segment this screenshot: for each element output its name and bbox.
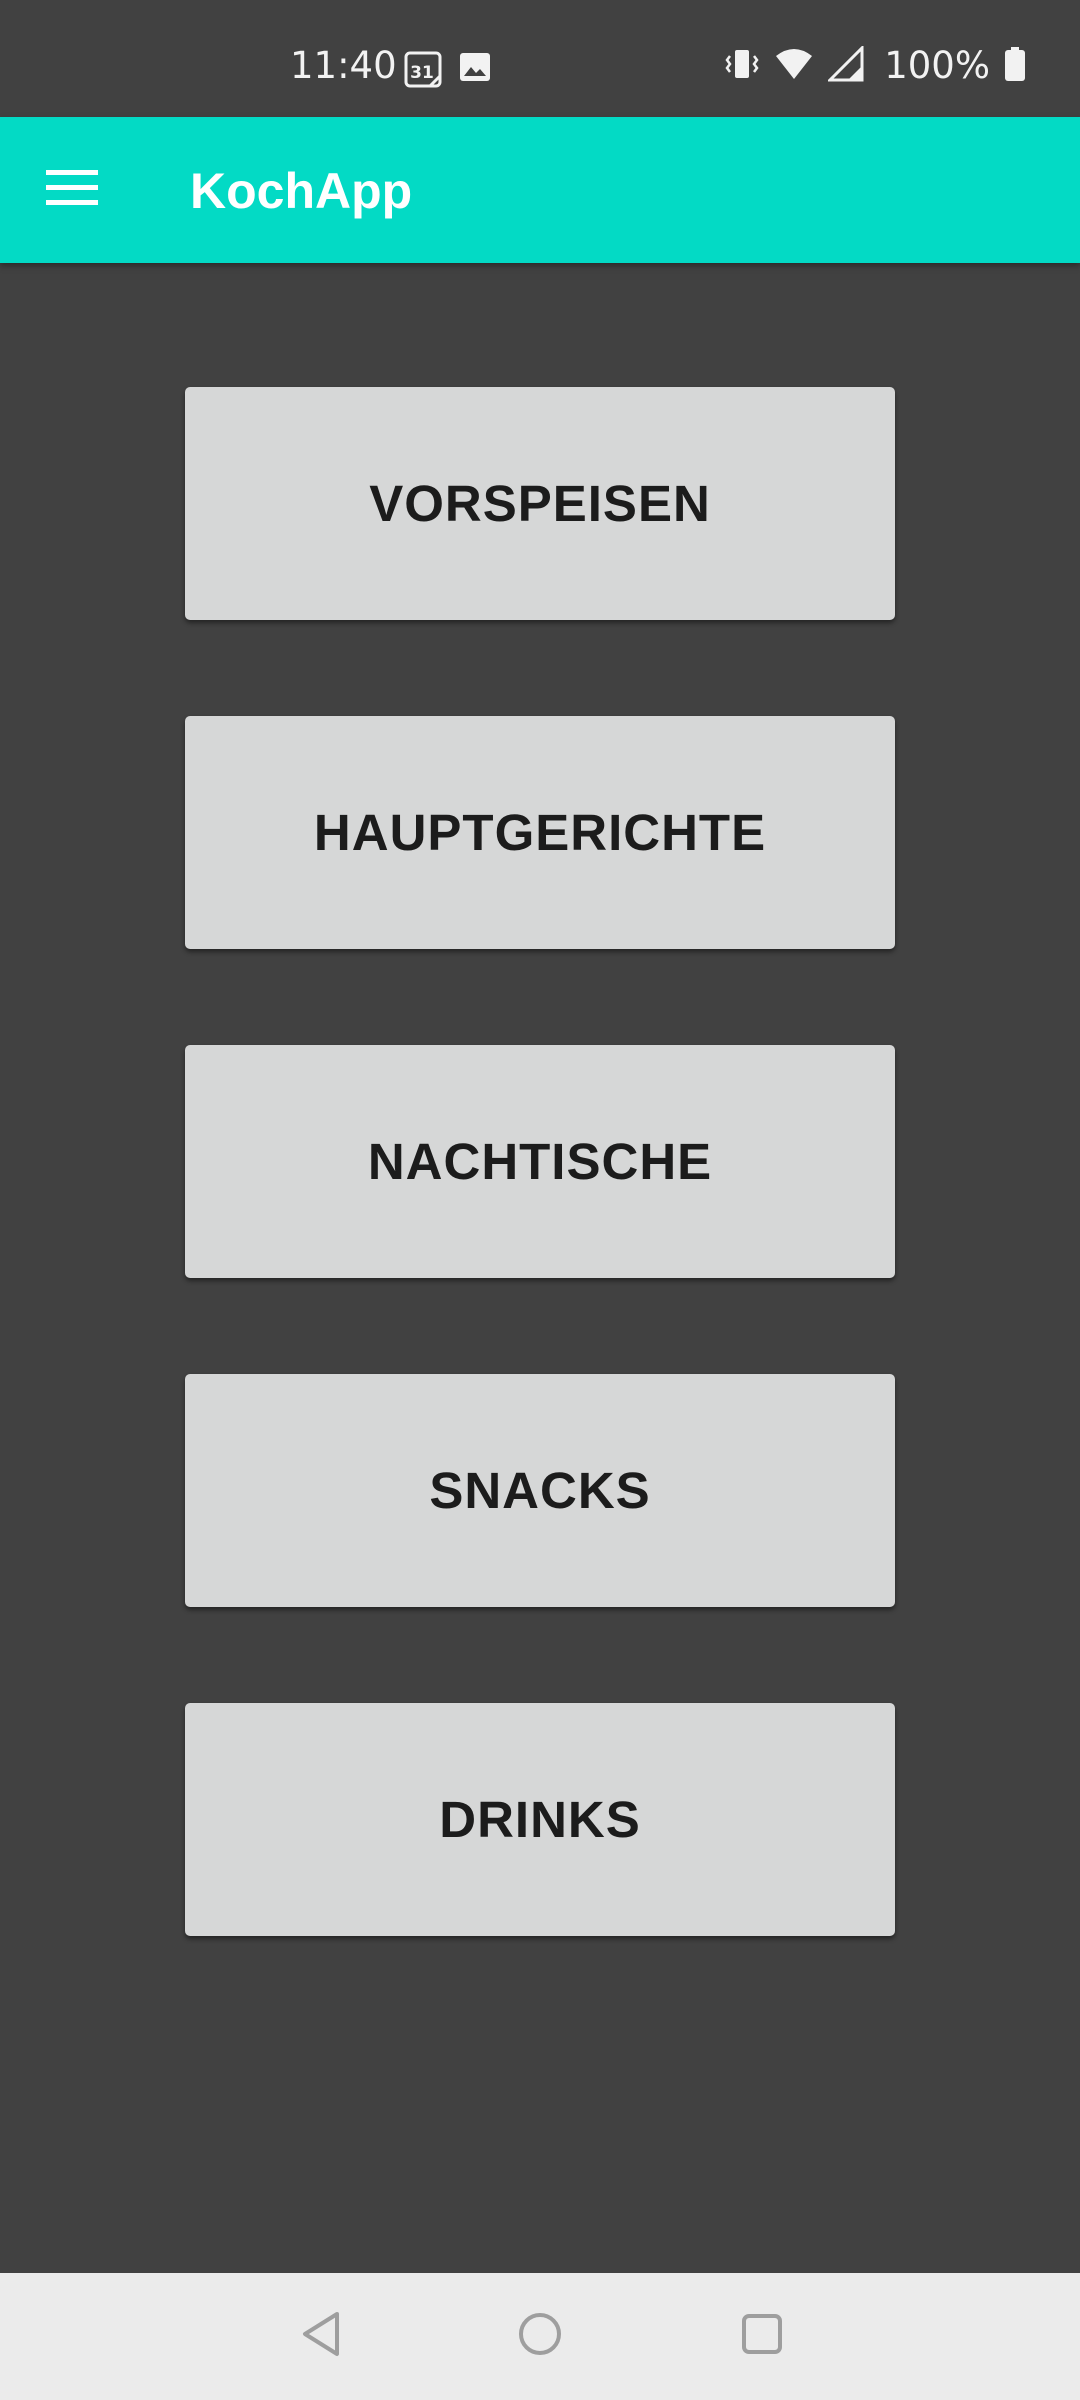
hamburger-menu-icon — [46, 168, 98, 213]
home-button[interactable] — [505, 2301, 575, 2371]
app-title: KochApp — [190, 163, 413, 219]
status-time: 11:40 — [290, 44, 397, 87]
calendar-day: 31 — [410, 63, 434, 83]
recent-apps-button[interactable] — [727, 2301, 797, 2371]
menu-button[interactable] — [30, 151, 114, 229]
navigation-bar — [0, 2273, 1080, 2400]
wifi-icon — [774, 46, 814, 87]
vorspeisen-button[interactable]: VORSPEISEN — [185, 387, 895, 620]
calendar-icon: 31 — [404, 50, 442, 93]
battery-icon — [1004, 46, 1026, 87]
battery-percent: 100% — [884, 44, 990, 87]
back-button[interactable] — [286, 2301, 356, 2371]
drinks-button[interactable]: DRINKS — [185, 1703, 895, 1936]
status-bar: 11:40 31 100% — [0, 0, 1080, 117]
recent-apps-icon — [740, 2312, 784, 2361]
hauptgerichte-button[interactable]: HAUPTGERICHTE — [185, 716, 895, 949]
image-icon — [458, 50, 492, 93]
back-icon — [299, 2310, 343, 2363]
screen: 11:40 31 100% KochApp VORSPEISEN HAUPTGE… — [0, 0, 1080, 2400]
snacks-button[interactable]: SNACKS — [185, 1374, 895, 1607]
home-icon — [517, 2311, 563, 2362]
app-bar: KochApp — [0, 117, 1080, 263]
status-system-icons: 100% — [724, 43, 1026, 88]
vibrate-icon — [724, 46, 760, 87]
status-notification-icons: 31 — [404, 50, 492, 93]
signal-icon — [826, 43, 864, 87]
nachtische-button[interactable]: NACHTISCHE — [185, 1045, 895, 1278]
